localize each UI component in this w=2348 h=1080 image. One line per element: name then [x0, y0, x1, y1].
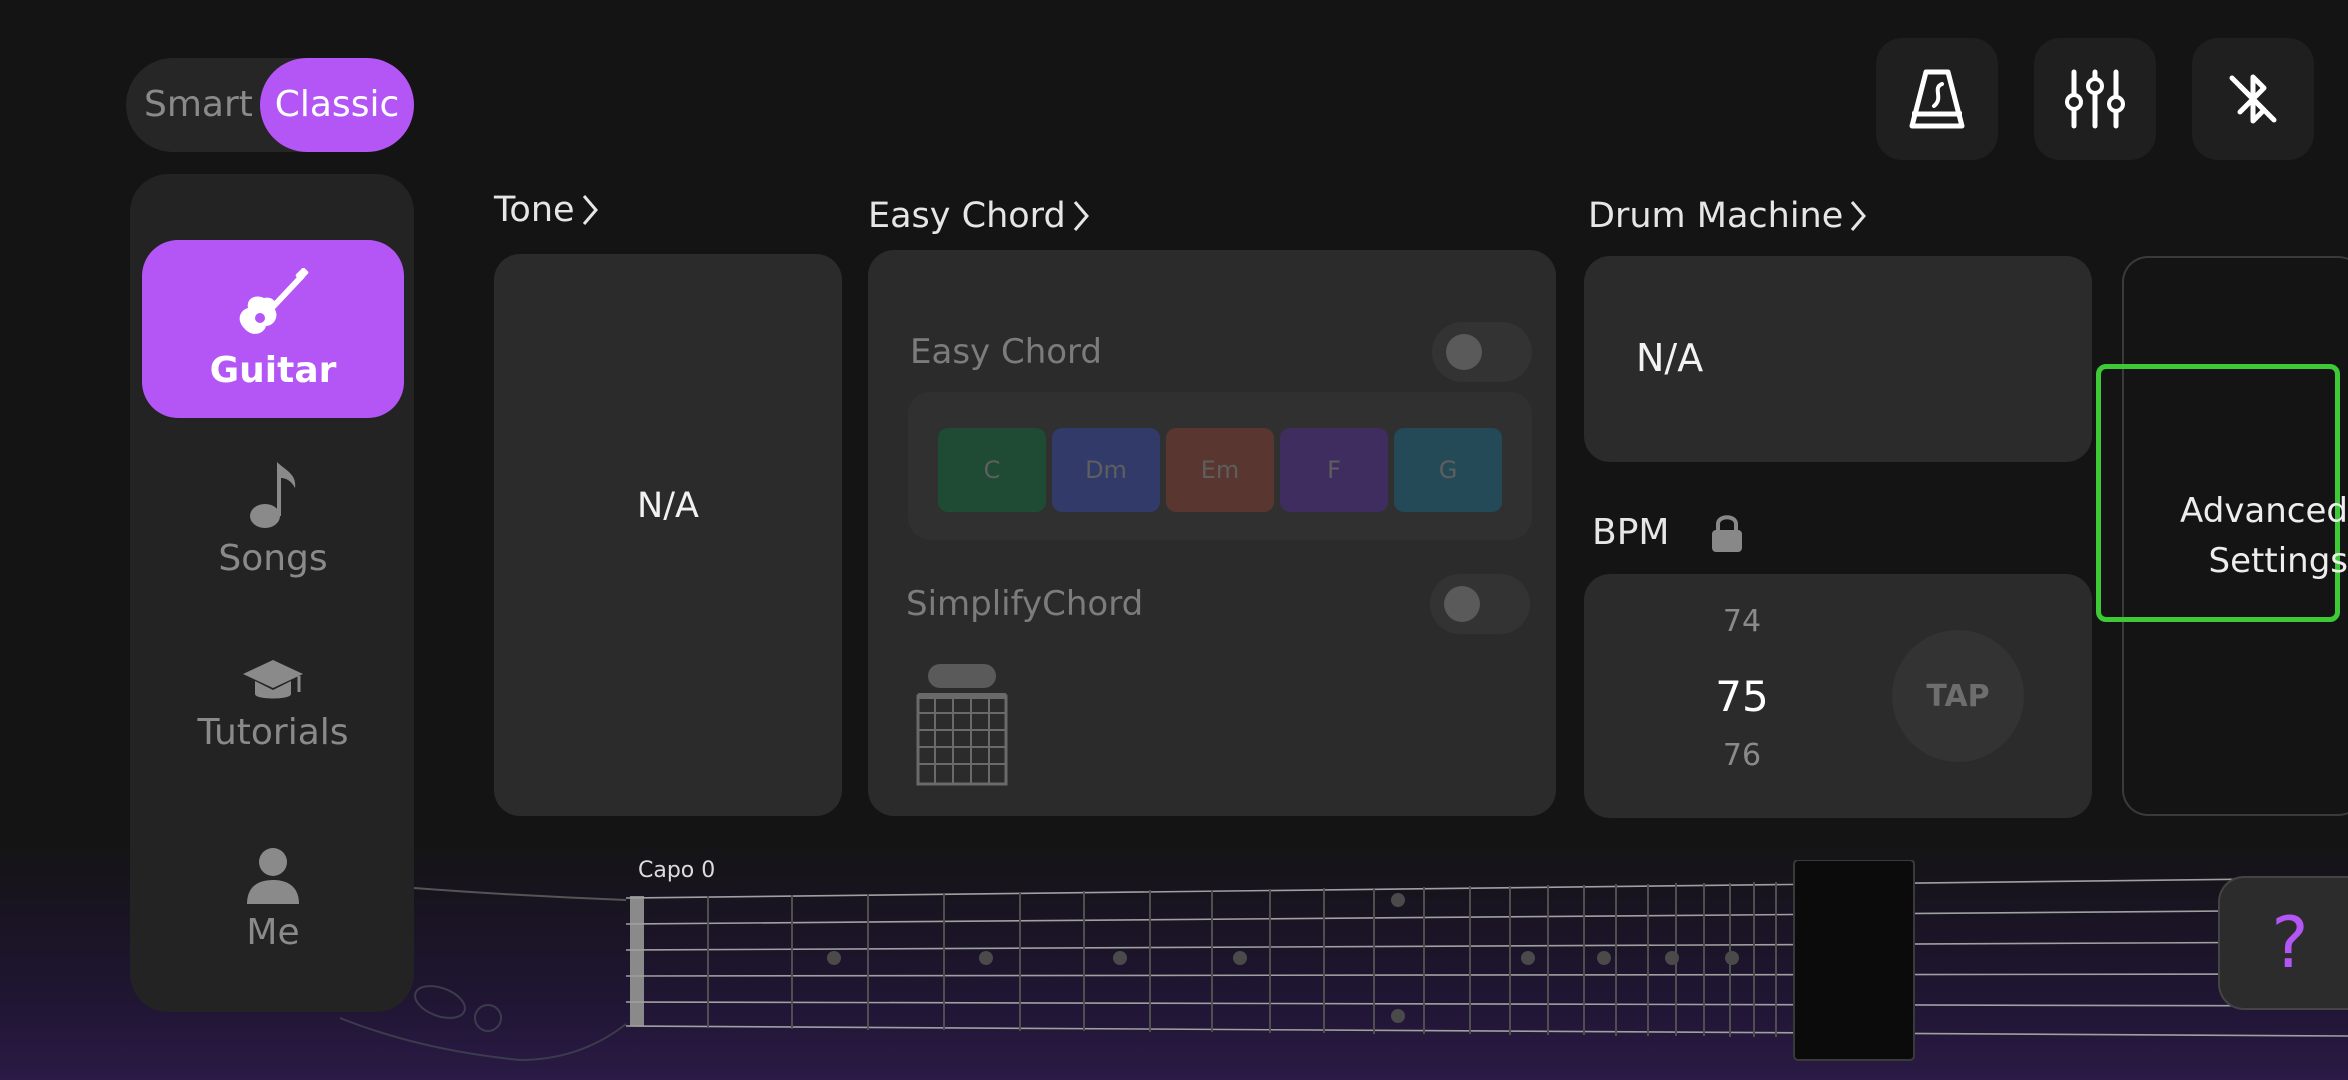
sidebar-item-label: Guitar — [209, 349, 337, 391]
sidebar-item-guitar[interactable]: Guitar — [142, 240, 404, 418]
tone-title: Tone — [494, 190, 575, 230]
bpm-label: BPM — [1592, 512, 1670, 553]
mixer-button[interactable] — [2034, 38, 2156, 160]
chord-selector: C Dm Em F G — [908, 392, 1532, 540]
bpm-current: 75 — [1715, 672, 1769, 721]
chord-key-g[interactable]: G — [1394, 428, 1502, 512]
sidebar-item-tutorials[interactable]: Tutorials — [142, 614, 404, 792]
chord-key-em[interactable]: Em — [1166, 428, 1274, 512]
music-note-icon — [250, 461, 296, 528]
tone-value: N/A — [637, 486, 699, 526]
help-icon: ? — [2271, 902, 2309, 984]
bpm-next: 76 — [1722, 738, 1762, 773]
metronome-icon — [1909, 69, 1965, 129]
easy-chord-toggle-label: Easy Chord — [910, 332, 1103, 372]
tap-tempo-button[interactable]: TAP — [1892, 630, 2024, 762]
easy-chord-title: Easy Chord — [868, 196, 1066, 236]
sidebar-item-label: Tutorials — [197, 711, 349, 753]
bluetooth-button[interactable] — [2192, 38, 2314, 160]
chord-key-c[interactable]: C — [938, 428, 1046, 512]
guitar-icon — [239, 267, 309, 334]
fret-position-window — [1793, 860, 1915, 1061]
mode-smart-option[interactable]: Smart — [144, 58, 253, 152]
sidebar-item-songs[interactable]: Songs — [142, 428, 404, 606]
tone-title-link[interactable]: Tone — [494, 190, 599, 230]
bpm-prev: 74 — [1722, 604, 1762, 639]
simplify-chord-label: SimplifyChord — [906, 584, 1144, 624]
advanced-settings-label[interactable]: Advanced Settings — [2140, 486, 2348, 586]
chevron-right-icon — [582, 195, 598, 225]
metronome-button[interactable] — [1876, 38, 1998, 160]
chord-key-dm[interactable]: Dm — [1052, 428, 1160, 512]
chord-diagram-icon — [916, 664, 1008, 786]
simplify-chord-toggle[interactable] — [1430, 574, 1530, 634]
drum-machine-title: Drum Machine — [1588, 196, 1844, 236]
mixer-icon — [2065, 69, 2125, 129]
drum-machine-title-link[interactable]: Drum Machine — [1588, 196, 1867, 236]
tone-card[interactable]: N/A — [494, 254, 842, 816]
fretboard[interactable] — [0, 860, 2348, 1080]
mode-toggle[interactable]: Smart Classic — [126, 58, 414, 152]
easy-chord-title-link[interactable]: Easy Chord — [868, 196, 1090, 236]
easy-chord-toggle[interactable] — [1432, 322, 1532, 382]
drum-machine-card[interactable]: N/A — [1584, 256, 2092, 462]
help-button[interactable]: ? — [2218, 876, 2348, 1010]
chevron-right-icon — [1073, 201, 1089, 231]
sidebar-item-label: Songs — [218, 537, 328, 579]
lock-icon[interactable] — [1710, 512, 1744, 554]
graduation-cap-icon — [243, 659, 303, 698]
mode-classic-option[interactable]: Classic — [260, 58, 414, 152]
fretboard-nut — [630, 896, 644, 1026]
chord-key-f[interactable]: F — [1280, 428, 1388, 512]
drum-machine-value: N/A — [1636, 336, 1704, 380]
chevron-right-icon — [1851, 201, 1867, 231]
bluetooth-off-icon — [2229, 74, 2277, 124]
